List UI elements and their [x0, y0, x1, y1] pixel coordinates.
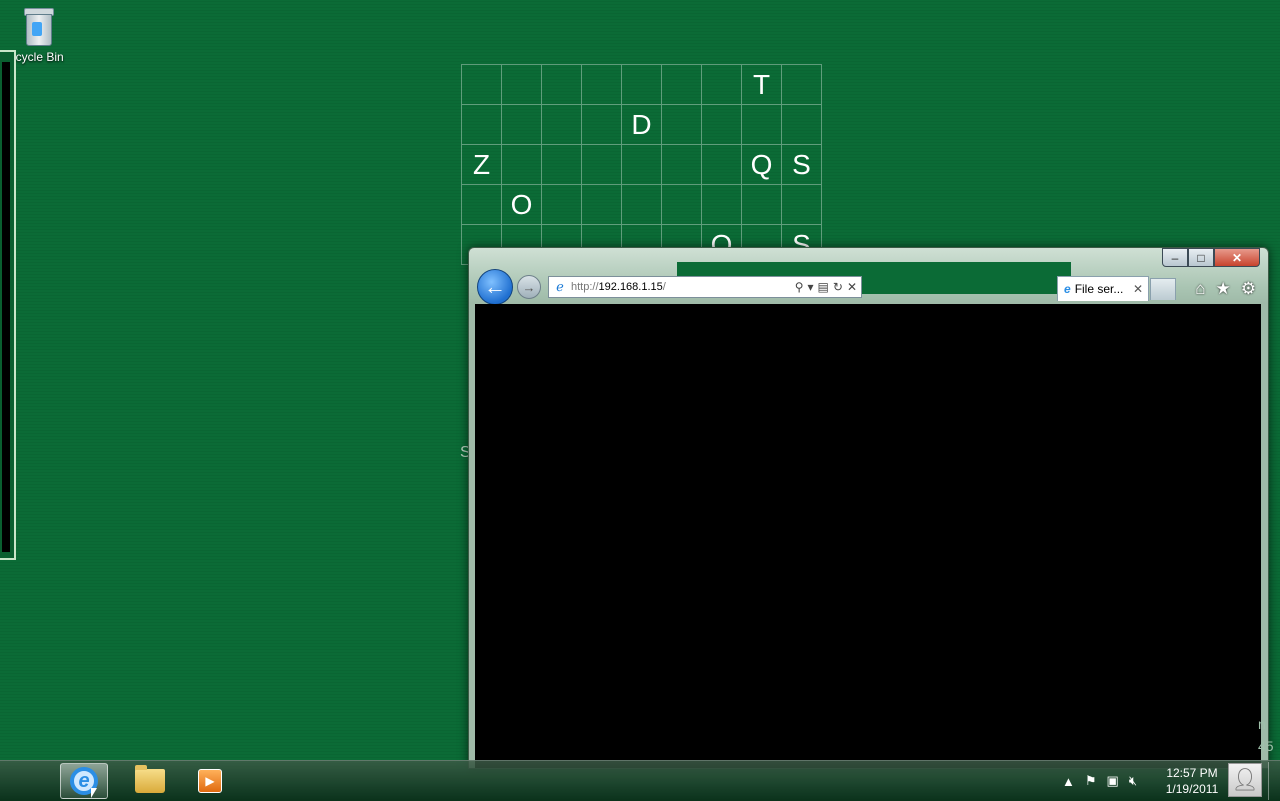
clock-time: 12:57 PM [1166, 766, 1218, 780]
grid-cell [502, 65, 542, 105]
grid-cell [542, 65, 582, 105]
volume-muted-icon[interactable]: 🔇︎ [1129, 773, 1137, 789]
grid-cell: S [782, 145, 822, 185]
grid-cell [582, 105, 622, 145]
background-window-edge[interactable] [0, 50, 16, 560]
grid-cell [782, 105, 822, 145]
close-button[interactable]: ✕ [1214, 248, 1260, 267]
taskbar-windows-explorer[interactable] [126, 763, 174, 799]
grid-cell [782, 65, 822, 105]
gear-icon[interactable]: ⚙ [1241, 279, 1256, 299]
grid-cell [662, 65, 702, 105]
grid-cell [702, 185, 742, 225]
grid-cell [582, 145, 622, 185]
grid-cell: Z [462, 145, 502, 185]
taskbar-media-player[interactable]: ▶ [186, 763, 234, 799]
mouse-cursor-icon [91, 788, 97, 798]
home-icon[interactable]: ⌂ [1195, 279, 1205, 299]
forward-button[interactable]: → [517, 275, 541, 299]
folder-icon [135, 765, 165, 793]
recycle-bin-icon [22, 6, 54, 46]
window-controls: – □ ✕ [1162, 248, 1260, 267]
show-hidden-icons-arrow[interactable]: ▲ [1062, 774, 1075, 789]
grid-cell [662, 145, 702, 185]
grid-cell [502, 145, 542, 185]
grid-cell [542, 105, 582, 145]
grid-cell [662, 105, 702, 145]
grid-cell [582, 185, 622, 225]
back-arrow-icon: ← [484, 274, 506, 299]
maximize-button[interactable]: □ [1188, 248, 1214, 267]
network-icon[interactable]: ▣ [1107, 773, 1119, 789]
system-tray: ▲ ⚑ ▣ 🔇︎ [1062, 761, 1137, 801]
browser-tab[interactable]: e File ser... ✕ [1057, 276, 1149, 301]
media-player-icon: ▶ [198, 769, 222, 793]
partial-edge-text: 45 [1258, 738, 1274, 754]
grid-cell [702, 105, 742, 145]
browser-toolbar: ⌂ ★ ⚙ [1195, 279, 1256, 299]
partial-edge-text: n [1258, 716, 1266, 732]
grid-cell [622, 65, 662, 105]
url-scheme: http:// [571, 281, 599, 293]
clock-date: 1/19/2011 [1165, 782, 1219, 796]
grid-cell [542, 145, 582, 185]
grid-cell [462, 65, 502, 105]
compatibility-view-icon[interactable]: ▤ [818, 280, 829, 294]
grid-cell [742, 105, 782, 145]
clock[interactable]: 12:57 PM 1/19/2011 [1160, 765, 1224, 797]
show-desktop-button[interactable] [1268, 762, 1280, 800]
tab-close-icon[interactable]: ✕ [1133, 282, 1143, 296]
taskbar: e ▶ ▲ ⚑ ▣ 🔇︎ 12:57 PM 1/19/2011 [0, 760, 1280, 801]
grid-cell [622, 145, 662, 185]
new-tab-button[interactable] [1150, 278, 1176, 300]
grid-cell [702, 145, 742, 185]
minimize-button[interactable]: – [1162, 248, 1188, 267]
refresh-icon[interactable]: ↻ [833, 280, 843, 294]
page-content[interactable] [475, 304, 1261, 768]
favorites-star-icon[interactable]: ★ [1216, 279, 1231, 299]
grid-cell [662, 185, 702, 225]
letter-grid: TDZQSOOS [461, 64, 822, 265]
grid-cell: T [742, 65, 782, 105]
forward-arrow-icon: → [522, 279, 536, 295]
grid-cell: Q [742, 145, 782, 185]
stop-icon[interactable]: ✕ [847, 280, 857, 294]
address-bar[interactable]: ℯ http://192.168.1.15/ ⚲ ▾ ▤ ↻ ✕ [548, 276, 862, 298]
dropdown-arrow-icon[interactable]: ▾ [808, 280, 814, 294]
taskbar-internet-explorer[interactable]: e [60, 763, 108, 799]
grid-cell [582, 65, 622, 105]
grid-cell: D [622, 105, 662, 145]
grid-cell [702, 65, 742, 105]
url-path: / [662, 281, 666, 293]
tab-ie-icon: e [1064, 282, 1071, 296]
tab-title: File ser... [1074, 282, 1124, 296]
grid-cell [502, 105, 542, 145]
grid-cell [782, 185, 822, 225]
action-center-flag-icon[interactable]: ⚑ [1085, 773, 1097, 789]
search-icon[interactable]: ⚲ [795, 280, 804, 294]
grid-cell: O [502, 185, 542, 225]
grid-cell [742, 185, 782, 225]
back-button[interactable]: ← [477, 269, 513, 305]
page-icon: ℯ [556, 279, 564, 294]
grid-cell [462, 105, 502, 145]
internet-explorer-window[interactable]: – □ ✕ ← → ℯ http://192.168.1.15/ ⚲ ▾ ▤ ↻… [468, 247, 1269, 769]
grid-cell [462, 185, 502, 225]
grid-cell [542, 185, 582, 225]
grid-cell [622, 185, 662, 225]
user-avatar-icon[interactable]: 👤︎ [1228, 763, 1262, 797]
url-host: 192.168.1.15 [598, 281, 663, 293]
